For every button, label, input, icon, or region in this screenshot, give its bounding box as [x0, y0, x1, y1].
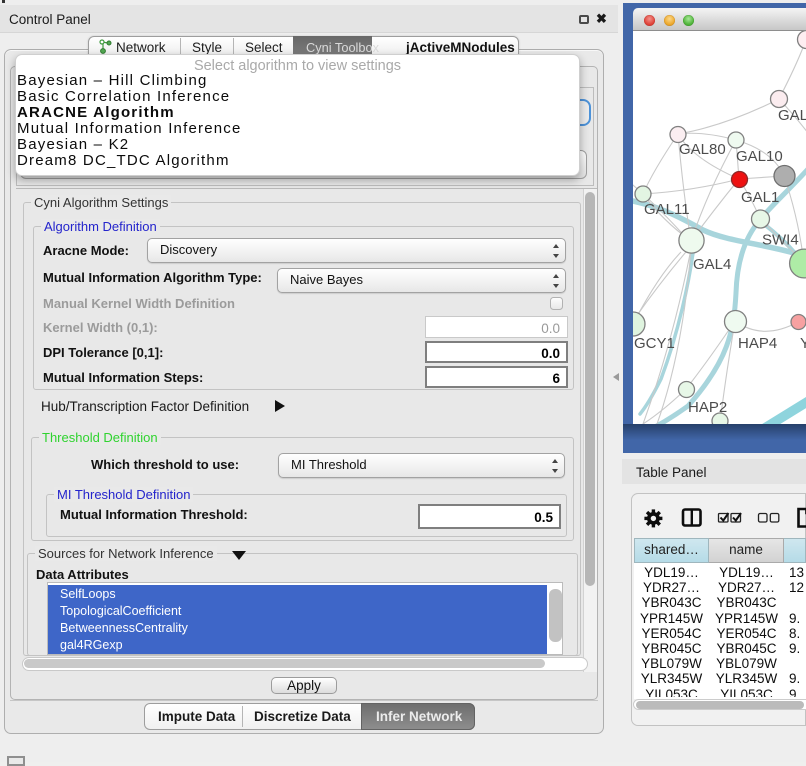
svg-text:HAP4: HAP4 — [738, 335, 777, 352]
svg-text:GAL4: GAL4 — [693, 256, 731, 273]
svg-text:HAP2: HAP2 — [688, 399, 727, 416]
svg-text:GAL: GAL — [778, 107, 806, 124]
svg-text:Y: Y — [800, 335, 806, 352]
svg-text:GAL11: GAL11 — [644, 201, 690, 218]
svg-text:GAL10: GAL10 — [736, 148, 783, 165]
svg-text:GCY1: GCY1 — [634, 335, 675, 352]
svg-text:GAL1: GAL1 — [741, 189, 779, 206]
svg-text:GAL80: GAL80 — [679, 141, 726, 158]
svg-text:SWI4: SWI4 — [762, 232, 799, 249]
